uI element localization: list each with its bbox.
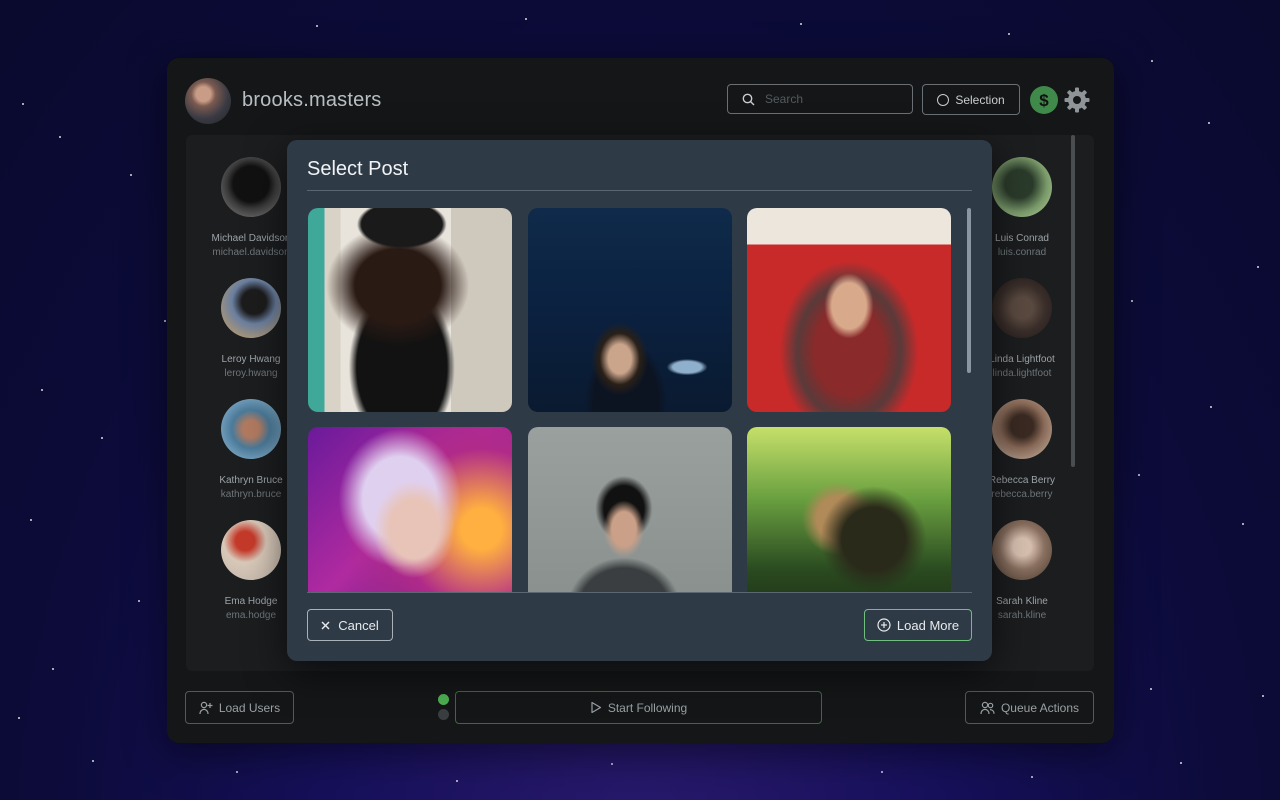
status-dot-active (438, 694, 449, 705)
user-avatar (221, 157, 281, 217)
user-card[interactable]: Ema Hodge ema.hodge (208, 520, 294, 641)
profile-username: brooks.masters (242, 89, 382, 111)
queue-actions-label: Queue Actions (1000, 700, 1080, 715)
start-following-button[interactable]: Start Following (455, 691, 822, 724)
user-card[interactable]: Leroy Hwang leroy.hwang (208, 278, 294, 399)
user-handle: ema.hodge (225, 610, 277, 621)
circle-icon (937, 93, 950, 106)
user-handle: kathryn.bruce (220, 489, 282, 500)
dollar-icon: $ (1039, 91, 1049, 109)
user-avatar (992, 278, 1052, 338)
post-thumbnail[interactable] (528, 427, 732, 592)
close-icon (321, 621, 330, 629)
search-input[interactable] (763, 91, 897, 107)
selection-button[interactable]: Selection (922, 84, 1020, 115)
user-name: Ema Hodge (224, 596, 278, 607)
load-more-button[interactable]: Load More (864, 609, 972, 641)
settings-button[interactable] (1063, 86, 1091, 114)
user-handle: leroy.hwang (224, 368, 278, 379)
user-list-scrollbar[interactable] (1071, 135, 1075, 467)
user-name: Kathryn Bruce (219, 475, 283, 486)
selection-label: Selection (955, 92, 1005, 107)
post-grid-scrollbar[interactable] (967, 208, 971, 373)
divider (307, 190, 972, 191)
load-more-label: Load More (896, 617, 960, 633)
load-users-label: Load Users (218, 700, 281, 715)
user-name: Leroy Hwang (221, 354, 281, 365)
profile-avatar[interactable] (185, 78, 231, 124)
queue-actions-button[interactable]: Queue Actions (965, 691, 1094, 724)
cancel-label: Cancel (338, 617, 379, 633)
post-thumbnail[interactable] (747, 427, 951, 592)
user-avatar (992, 399, 1052, 459)
search-box[interactable] (727, 84, 913, 114)
user-card[interactable]: Kathryn Bruce kathryn.bruce (208, 399, 294, 520)
plus-circle-icon (877, 618, 891, 632)
divider (307, 592, 972, 593)
select-post-modal: Select Post Cancel Load More (287, 140, 992, 661)
user-handle: michael.davidson (212, 247, 290, 258)
user-card[interactable]: Michael Davidson michael.davidson (208, 157, 294, 278)
play-icon (591, 701, 601, 714)
user-avatar (221, 278, 281, 338)
svg-text:$: $ (1039, 91, 1049, 109)
start-following-label: Start Following (607, 700, 688, 715)
users-icon (980, 701, 995, 714)
billing-button[interactable]: $ (1030, 86, 1058, 114)
post-grid (308, 208, 952, 592)
post-thumbnail[interactable] (528, 208, 732, 412)
post-thumbnail[interactable] (308, 427, 512, 592)
user-avatar (992, 520, 1052, 580)
user-avatar (221, 399, 281, 459)
load-users-button[interactable]: Load Users (185, 691, 294, 724)
gear-icon (1064, 87, 1090, 113)
user-avatar (221, 520, 281, 580)
add-user-icon (199, 701, 213, 714)
modal-title: Select Post (307, 158, 409, 180)
status-dot-inactive (438, 709, 449, 720)
user-name: Michael Davidson (211, 233, 291, 244)
user-column-left: Michael Davidson michael.davidson Leroy … (208, 157, 294, 641)
post-thumbnail[interactable] (747, 208, 951, 412)
search-icon (742, 93, 755, 105)
cancel-button[interactable]: Cancel (307, 609, 393, 641)
user-avatar (992, 157, 1052, 217)
app-header: brooks.masters Selection $ (167, 58, 1114, 136)
post-thumbnail[interactable] (308, 208, 512, 412)
